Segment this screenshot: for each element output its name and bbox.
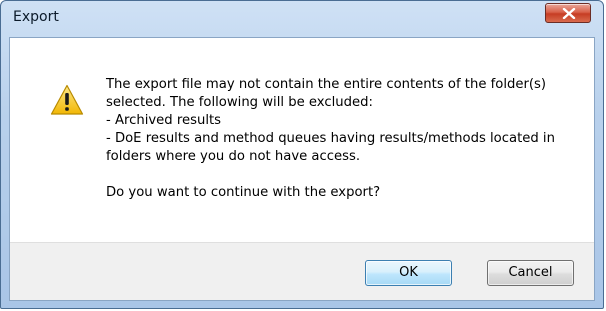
message-line: folders where you do not have access. <box>106 149 361 164</box>
window-title: Export <box>13 9 59 25</box>
ok-button[interactable]: OK <box>365 260 452 286</box>
title-bar[interactable]: Export <box>1 1 603 37</box>
message-line: The export file may not contain the enti… <box>106 77 547 92</box>
message-line: selected. The following will be excluded… <box>106 95 373 110</box>
close-button[interactable] <box>545 3 591 23</box>
close-icon <box>562 8 576 19</box>
question-text: Do you want to continue with the export? <box>106 185 381 200</box>
export-dialog: Export The export file may not contain t… <box>0 0 604 309</box>
message-text: The export file may not contain the enti… <box>106 76 576 202</box>
button-bar: OK Cancel <box>10 242 594 300</box>
warning-icon <box>50 84 84 115</box>
message-line: - Archived results <box>106 113 222 128</box>
cancel-button[interactable]: Cancel <box>487 260 574 286</box>
dialog-client-area: The export file may not contain the enti… <box>9 37 595 301</box>
message-area: The export file may not contain the enti… <box>10 38 594 245</box>
message-line: - DoE results and method queues having r… <box>106 131 555 146</box>
